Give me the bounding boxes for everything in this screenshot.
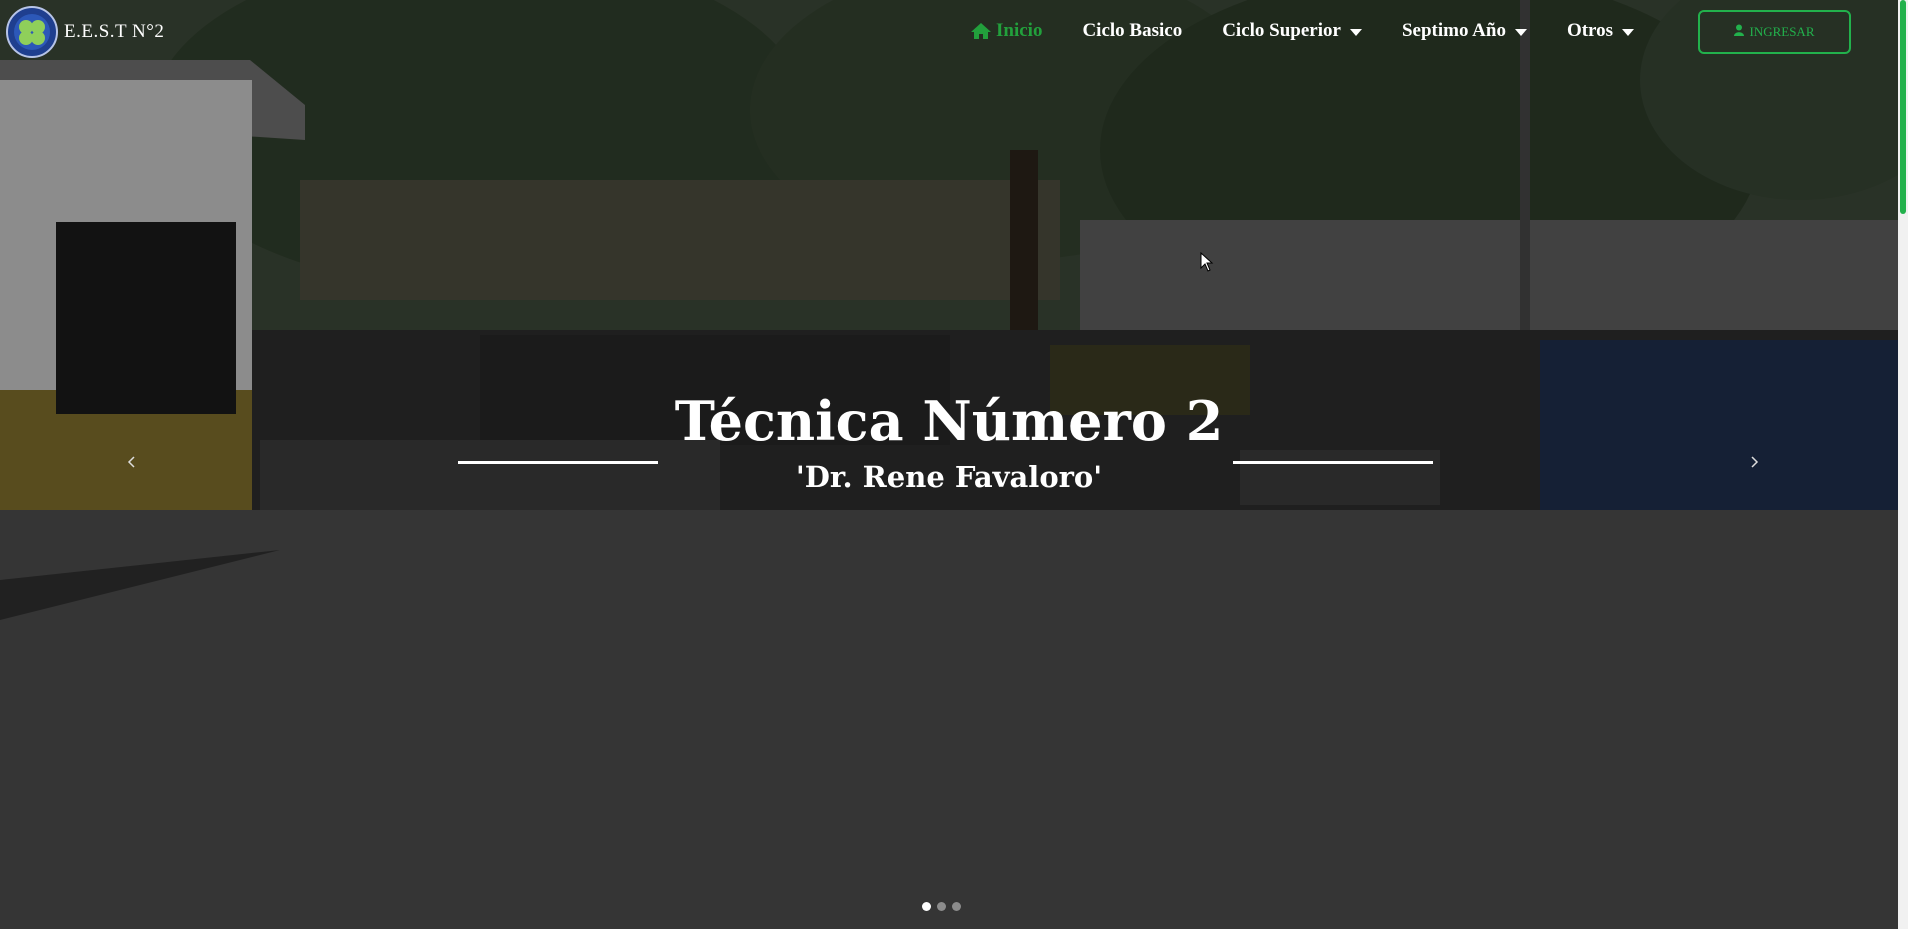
mouse-cursor-icon [1200,251,1214,277]
chevron-right-icon [1749,455,1759,473]
carousel-indicator[interactable] [952,902,961,911]
carousel-prev-button[interactable] [120,452,144,476]
nav-item-septimo-ano[interactable]: Septimo Año [1402,20,1527,42]
nav-item-otros[interactable]: Otros [1566,20,1635,42]
chevron-left-icon [127,455,137,473]
nav-item-ciclo-basico[interactable]: Ciclo Basico [1082,20,1182,42]
user-icon [1734,24,1745,40]
nav-item-inicio[interactable]: Inicio [970,20,1042,42]
carousel-indicator[interactable] [937,902,946,911]
brand[interactable]: E.E.S.T N°2 [6,6,164,58]
top-navbar: E.E.S.T N°2 Inicio Ciclo Basico Ciclo Su… [0,0,1898,64]
carousel-title: Técnica Número 2 [674,389,1224,453]
nav-item-ciclo-superior[interactable]: Ciclo Superior [1222,20,1362,42]
scrollbar-thumb[interactable] [1900,0,1906,214]
nav-item-label: Ciclo Basico [1082,20,1183,41]
school-emblem-icon [6,6,58,58]
carousel-next-button[interactable] [1742,452,1766,476]
carousel-indicator[interactable] [922,902,931,911]
login-button[interactable]: INGRESAR [1698,10,1851,54]
brand-name: E.E.S.T N°2 [64,21,165,42]
nav-item-label: Ciclo Superior [1222,20,1341,41]
nav-item-label: Inicio [996,20,1043,41]
page-scrollbar[interactable] [1898,0,1908,929]
carousel-indicators [922,902,961,911]
home-icon [970,22,992,40]
carousel-subtitle: 'Dr. Rene Favaloro' [795,460,1103,494]
nav-item-label: Septimo Año [1401,20,1506,41]
page: E.E.S.T N°2 Inicio Ciclo Basico Ciclo Su… [0,0,1908,929]
caret-down-icon [1622,28,1635,36]
login-label: INGRESAR [1749,24,1815,39]
nav-item-label: Otros [1566,20,1614,41]
caret-down-icon [1349,28,1362,36]
nav-links: Inicio Ciclo Basico Ciclo Superior Septi… [970,18,1674,44]
caret-down-icon [1514,28,1527,36]
